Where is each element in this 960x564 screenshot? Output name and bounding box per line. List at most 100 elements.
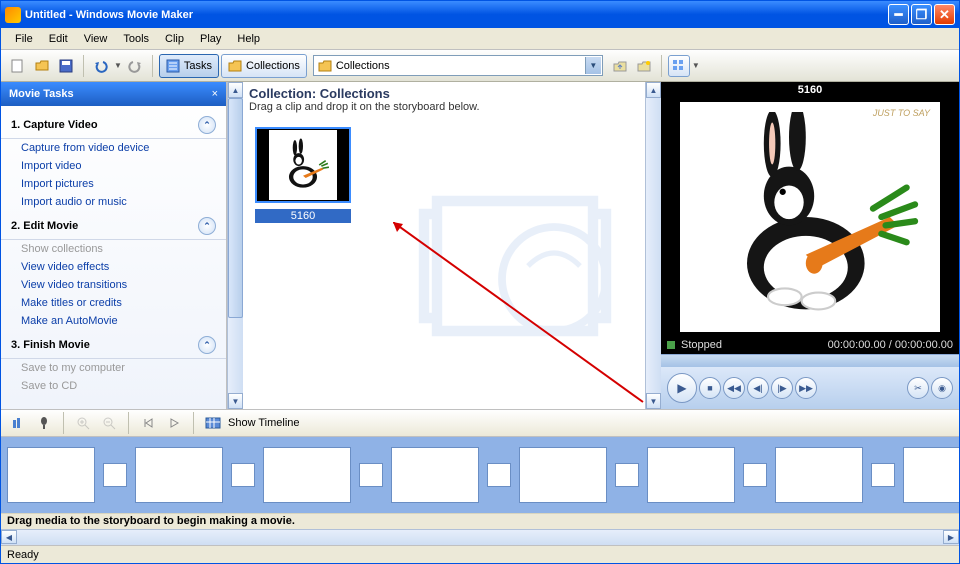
scroll-thumb[interactable] [228, 98, 243, 318]
storyboard-h-scrollbar[interactable]: ◀ ▶ [1, 529, 959, 545]
task-import-pictures[interactable]: Import pictures [1, 175, 226, 193]
scroll-down-icon[interactable]: ▼ [646, 393, 661, 409]
transition-slot[interactable] [487, 463, 511, 487]
narrate-button[interactable] [33, 412, 55, 434]
storyboard-slot[interactable] [263, 447, 351, 503]
close-button[interactable]: ✕ [934, 4, 955, 25]
tasks-toggle-label: Tasks [184, 60, 212, 72]
collections-toggle[interactable]: Collections [221, 54, 307, 78]
audio-level-button[interactable] [7, 412, 29, 434]
combo-arrow-icon[interactable]: ▼ [585, 57, 601, 74]
scroll-down-icon[interactable]: ▼ [228, 393, 243, 409]
rewind-button[interactable] [137, 412, 159, 434]
menu-file[interactable]: File [7, 31, 41, 47]
step-fwd-button[interactable]: |▶ [771, 377, 793, 399]
tasks-scrollbar[interactable]: ▲ ▼ [227, 82, 243, 409]
menu-clip[interactable]: Clip [157, 31, 192, 47]
storyboard-slot[interactable] [775, 447, 863, 503]
storyboard-slot[interactable] [135, 447, 223, 503]
redo-button[interactable] [124, 55, 146, 77]
maximize-button[interactable]: ❐ [911, 4, 932, 25]
zoom-out-button[interactable] [98, 412, 120, 434]
menu-view[interactable]: View [76, 31, 116, 47]
task-section-edit[interactable]: 2. Edit Movie ⌃ [1, 211, 226, 240]
scroll-track[interactable] [228, 318, 243, 393]
preview-video: JUST TO SAY [661, 98, 959, 336]
collection-subtitle: Drag a clip and drop it on the storyboar… [249, 101, 639, 113]
view-mode-dropdown[interactable]: ▼ [692, 61, 700, 70]
new-folder-button[interactable] [633, 55, 655, 77]
collapse-icon[interactable]: ⌃ [198, 336, 216, 354]
collections-combo[interactable]: Collections ▼ [313, 55, 603, 76]
task-section-label: 2. Edit Movie [11, 220, 78, 232]
collapse-icon[interactable]: ⌃ [198, 217, 216, 235]
task-section-capture[interactable]: 1. Capture Video ⌃ [1, 110, 226, 139]
scroll-right-icon[interactable]: ▶ [943, 530, 959, 544]
show-timeline-link[interactable]: Show Timeline [228, 417, 300, 429]
storyboard-slot[interactable] [903, 447, 959, 503]
play-storyboard-button[interactable] [163, 412, 185, 434]
transition-slot[interactable] [103, 463, 127, 487]
toolbar-separator [83, 55, 84, 77]
scroll-track[interactable] [17, 530, 943, 545]
storyboard-slot[interactable] [7, 447, 95, 503]
task-video-transitions[interactable]: View video transitions [1, 276, 226, 294]
task-capture-device[interactable]: Capture from video device [1, 139, 226, 157]
transition-slot[interactable] [359, 463, 383, 487]
prev-button[interactable]: ◀◀ [723, 377, 745, 399]
open-button[interactable] [31, 55, 53, 77]
toolbar-separator [128, 412, 129, 434]
stop-button[interactable]: ■ [699, 377, 721, 399]
collection-content[interactable]: Collection: Collections Drag a clip and … [243, 82, 645, 409]
save-button[interactable] [55, 55, 77, 77]
task-import-audio[interactable]: Import audio or music [1, 193, 226, 211]
tasks-pane-close-icon[interactable]: × [212, 88, 218, 100]
scroll-track[interactable] [646, 98, 661, 393]
snapshot-button[interactable]: ◉ [931, 377, 953, 399]
collapse-icon[interactable]: ⌃ [198, 116, 216, 134]
player-controls: ▶ ■ ◀◀ ◀| |▶ ▶▶ ✂ ◉ [661, 367, 959, 409]
menu-edit[interactable]: Edit [41, 31, 76, 47]
scroll-left-icon[interactable]: ◀ [1, 530, 17, 544]
minimize-button[interactable]: ━ [888, 4, 909, 25]
storyboard-slot[interactable] [647, 447, 735, 503]
task-section-finish[interactable]: 3. Finish Movie ⌃ [1, 330, 226, 359]
tasks-toggle[interactable]: Tasks [159, 54, 219, 78]
bunny-icon [695, 112, 925, 322]
new-project-button[interactable] [7, 55, 29, 77]
task-video-effects[interactable]: View video effects [1, 258, 226, 276]
split-button[interactable]: ✂ [907, 377, 929, 399]
transition-slot[interactable] [615, 463, 639, 487]
preview-time: 00:00:00.00 / 00:00:00.00 [828, 339, 953, 351]
storyboard-strip[interactable] [1, 437, 959, 513]
task-titles-credits[interactable]: Make titles or credits [1, 294, 226, 312]
task-import-video[interactable]: Import video [1, 157, 226, 175]
transition-slot[interactable] [743, 463, 767, 487]
scroll-up-icon[interactable]: ▲ [646, 82, 661, 98]
play-button[interactable]: ▶ [667, 373, 697, 403]
view-mode-button[interactable] [668, 55, 690, 77]
collection-title: Collection: Collections [249, 86, 639, 101]
scroll-up-icon[interactable]: ▲ [228, 82, 243, 98]
up-folder-button[interactable] [609, 55, 631, 77]
transition-slot[interactable] [871, 463, 895, 487]
collection-scrollbar[interactable]: ▲ ▼ [645, 82, 661, 409]
transition-slot[interactable] [231, 463, 255, 487]
next-button[interactable]: ▶▶ [795, 377, 817, 399]
step-back-button[interactable]: ◀| [747, 377, 769, 399]
menu-tools[interactable]: Tools [115, 31, 157, 47]
storyboard-slot[interactable] [391, 447, 479, 503]
clip-label[interactable]: 5160 [255, 209, 351, 223]
task-automovie[interactable]: Make an AutoMovie [1, 312, 226, 330]
task-save-computer: Save to my computer [1, 359, 226, 377]
app-icon [5, 7, 21, 23]
storyboard-slot[interactable] [519, 447, 607, 503]
undo-dropdown[interactable]: ▼ [114, 61, 122, 70]
undo-button[interactable] [90, 55, 112, 77]
menu-help[interactable]: Help [229, 31, 268, 47]
collection-pane: Collection: Collections Drag a clip and … [243, 82, 661, 409]
menu-play[interactable]: Play [192, 31, 229, 47]
zoom-in-button[interactable] [72, 412, 94, 434]
clip-thumbnail[interactable] [255, 127, 351, 203]
preview-seek-bar[interactable] [661, 354, 959, 367]
